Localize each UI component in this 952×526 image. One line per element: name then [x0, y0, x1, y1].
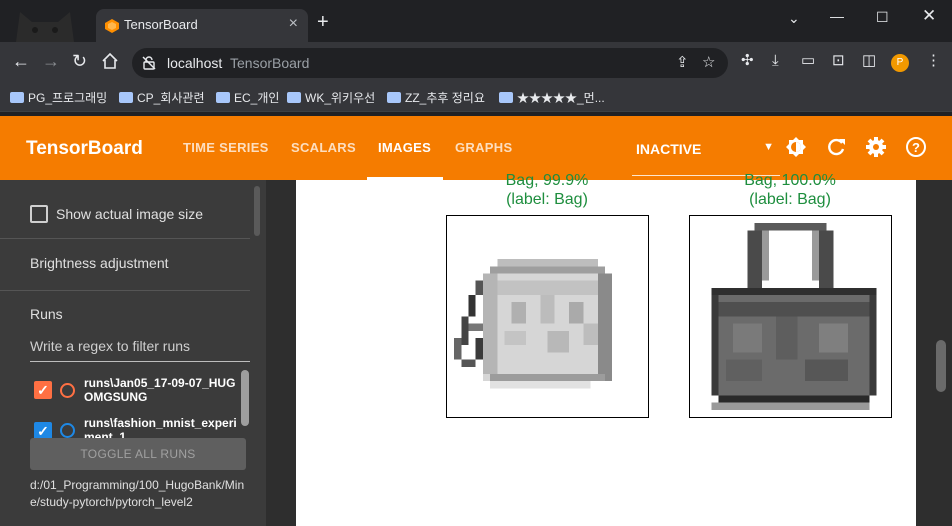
address-bar[interactable]: localhost TensorBoard ⇪ ☆ [132, 48, 728, 78]
forward-icon[interactable]: → [42, 52, 60, 70]
tab-close-icon[interactable]: × [289, 15, 298, 33]
profile-avatar[interactable]: P [891, 54, 909, 72]
divider [0, 238, 250, 239]
bookmarks-bar: PG_프로그래밍 CP_회사관련 EC_개인 WK_위키우선 ZZ_추후 정리요… [0, 82, 952, 112]
run-color-swatch[interactable] [60, 383, 75, 398]
download-icon[interactable]: ⤓ [772, 53, 779, 68]
run-color-swatch[interactable] [60, 423, 75, 438]
run-name: runs\Jan05_17-09-07_HUGOMGSUNG [84, 376, 236, 404]
logdir-path: d:/01_Programming/100_HugoBank/Mine/stud… [30, 478, 245, 509]
url-host: localhost [167, 55, 223, 71]
true-label: (label: Bag) [506, 191, 588, 208]
bookmark-star-icon[interactable]: ☆ [702, 55, 715, 70]
bookmark-label: ★★★★★_먼... [517, 91, 605, 105]
bag-pouch-pixel-art [454, 259, 613, 389]
bookmark-label: EC_개인 [234, 91, 280, 105]
refresh-icon[interactable] [825, 136, 847, 158]
bag-pouch-image[interactable] [446, 215, 649, 418]
reload-icon[interactable]: ↻ [72, 52, 87, 70]
new-tab-button[interactable]: + [317, 12, 329, 32]
tab-scalars[interactable]: SCALARS [291, 140, 356, 155]
bookmark-folder[interactable]: ★★★★★_먼... [499, 89, 605, 106]
inactive-label: INACTIVE [636, 141, 702, 157]
brightness-adjustment-toggle[interactable]: Brightness adjustment [30, 255, 169, 271]
browser-toolbar: ← → ↻ localhost TensorBoard ⇪ ☆ ✣ ⤓ ▭ ⊡ … [0, 42, 952, 82]
show-actual-size-checkbox[interactable] [30, 205, 48, 223]
screenshot-icon[interactable]: ⊡ [832, 53, 845, 68]
maximize-icon[interactable]: ☐ [876, 9, 889, 26]
folder-icon [119, 92, 133, 103]
bookmark-label: WK_위키우선 [305, 91, 376, 105]
tab-search-chevron-icon[interactable]: ⌄ [788, 10, 800, 27]
folder-icon [287, 92, 301, 103]
run-name: runs\fashion_mnist_experiment_1 [84, 416, 237, 438]
bag-handbag-image[interactable] [689, 215, 892, 418]
prediction-label: Bag, 99.9% [505, 172, 589, 189]
share-icon[interactable]: ⇪ [676, 55, 689, 70]
sidepanel-icon[interactable]: ◫ [862, 53, 876, 68]
tab-title: TensorBoard [124, 17, 198, 32]
browser-tab[interactable]: TensorBoard × [96, 9, 308, 42]
bookmark-label: ZZ_추후 정리요 [405, 91, 485, 105]
bookmark-folder[interactable]: EC_개인 [216, 89, 279, 106]
runs-filter-field[interactable] [30, 338, 250, 362]
bookmark-folder[interactable]: ZZ_추후 정리요 [387, 89, 485, 106]
tensorboard-brand: TensorBoard [26, 138, 143, 159]
bookmark-folder[interactable]: PG_프로그래밍 [10, 89, 107, 106]
tab-images[interactable]: IMAGES [378, 140, 431, 155]
image-card-area: Bag, 99.9% (label: Bag) Bag, 100.0% (lab… [296, 172, 916, 526]
show-actual-size-label: Show actual image size [56, 206, 204, 222]
true-label: (label: Bag) [749, 191, 831, 208]
image-caption-2: Bag, 100.0% (label: Bag) [680, 171, 900, 209]
sidebar-scrollbar[interactable] [254, 186, 260, 236]
back-icon[interactable]: ← [12, 52, 30, 70]
theme-toggle-icon[interactable] [785, 136, 807, 158]
settings-gear-icon[interactable] [865, 136, 887, 158]
bookmark-folder[interactable]: WK_위키우선 [287, 89, 375, 106]
main-scrollbar[interactable] [936, 340, 946, 392]
browser-title-bar: TensorBoard × + ⌄ — ☐ ✕ [0, 0, 952, 42]
extensions-icon[interactable]: ✣ [741, 53, 754, 68]
help-icon[interactable]: ? [905, 136, 927, 158]
menu-kebab-icon[interactable]: ⋮ [926, 53, 941, 68]
tab-time-series[interactable]: TIME SERIES [183, 140, 269, 155]
bookmark-folder[interactable]: CP_회사관련 [119, 89, 205, 106]
tensorboard-favicon-icon [105, 19, 119, 33]
toggle-all-runs-button[interactable]: TOGGLE ALL RUNS [30, 438, 246, 470]
not-secure-icon[interactable] [141, 55, 157, 71]
cat-avatar-icon [16, 12, 74, 42]
folder-icon [10, 92, 24, 103]
runs-filter-input[interactable] [30, 338, 250, 354]
runs-list-scrollbar[interactable] [241, 370, 249, 426]
minimize-icon[interactable]: — [830, 8, 844, 24]
bag-handbag-pixel-art [711, 223, 877, 410]
svg-text:?: ? [912, 140, 920, 155]
window-close-icon[interactable]: ✕ [922, 6, 936, 26]
image-caption-1: Bag, 99.9% (label: Bag) [437, 171, 657, 209]
bookmark-label: PG_프로그래밍 [28, 91, 108, 105]
camera-icon[interactable]: ▭ [801, 53, 815, 68]
folder-icon [499, 92, 513, 103]
dropdown-arrow-icon: ▼ [763, 141, 774, 153]
folder-icon [387, 92, 401, 103]
url-page-title: TensorBoard [230, 55, 310, 71]
bookmark-label: CP_회사관련 [137, 91, 205, 105]
divider [0, 290, 250, 291]
tab-graphs[interactable]: GRAPHS [455, 140, 512, 155]
prediction-label: Bag, 100.0% [744, 172, 836, 189]
folder-icon [216, 92, 230, 103]
sidebar: Show actual image size Brightness adjust… [0, 180, 266, 526]
run-checkbox[interactable]: ✓ [34, 381, 52, 399]
home-icon[interactable] [101, 52, 119, 70]
runs-heading: Runs [30, 306, 63, 322]
